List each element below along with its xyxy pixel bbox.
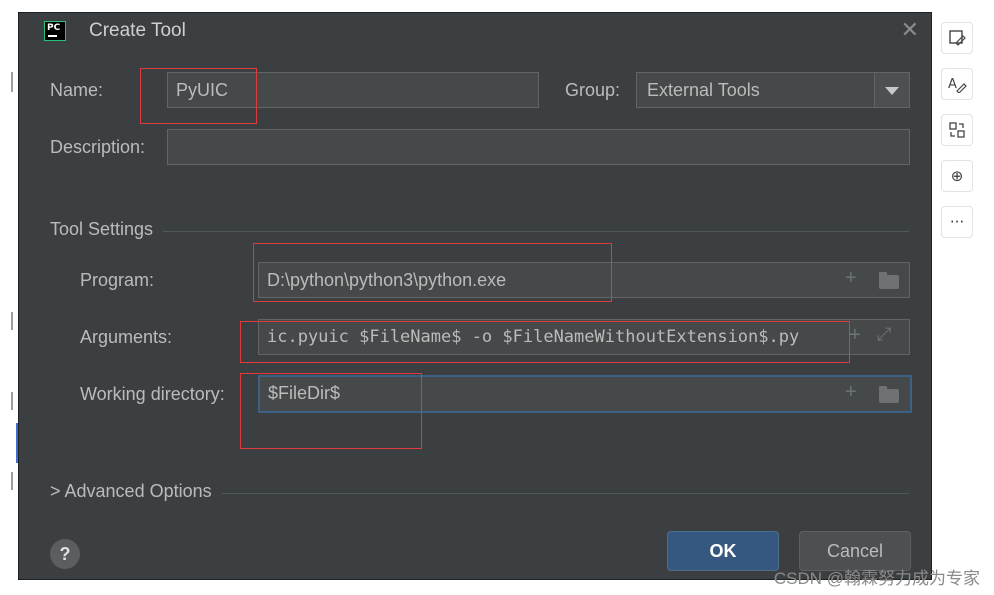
- chevron-down-icon: [885, 87, 899, 95]
- help-button[interactable]: ?: [50, 539, 80, 569]
- program-value: D:\python\python3\python.exe: [267, 270, 507, 290]
- advanced-options-toggle[interactable]: > Advanced Options: [50, 481, 222, 502]
- create-tool-dialog: PC Create Tool ✕ Name: PyUIC Group: Exte…: [18, 12, 932, 580]
- working-directory-value: $FileDir$: [268, 383, 341, 403]
- tool-settings-title: Tool Settings: [50, 219, 164, 240]
- add-macro-icon[interactable]: +: [845, 267, 857, 290]
- group-label: Group:: [565, 80, 621, 100]
- zoom-in-icon[interactable]: ⊕: [941, 160, 973, 192]
- working-directory-input[interactable]: $FileDir$: [258, 375, 912, 413]
- description-label: Description:: [50, 137, 146, 157]
- arguments-input[interactable]: ic.pyuic $FileName$ -o $FileNameWithoutE…: [258, 319, 910, 355]
- add-macro-icon[interactable]: +: [849, 324, 861, 347]
- description-input[interactable]: [167, 129, 910, 165]
- pycharm-icon: PC: [44, 21, 66, 41]
- text-edit-icon[interactable]: A: [941, 68, 973, 100]
- add-macro-icon[interactable]: +: [845, 381, 857, 404]
- left-edge-mark: [11, 72, 13, 92]
- name-input[interactable]: PyUIC: [167, 72, 539, 108]
- dialog-title: Create Tool: [89, 20, 186, 41]
- svg-text:A: A: [948, 77, 957, 92]
- close-icon[interactable]: ✕: [901, 17, 919, 43]
- group-combobox[interactable]: External Tools: [636, 72, 910, 108]
- working-directory-label: Working directory:: [80, 384, 225, 404]
- arguments-value: ic.pyuic $FileName$ -o $FileNameWithoutE…: [267, 327, 800, 347]
- program-label: Program:: [80, 270, 155, 290]
- ok-button[interactable]: OK: [667, 531, 779, 571]
- image-edit-icon[interactable]: [941, 22, 973, 54]
- left-edge-mark: [11, 472, 13, 490]
- group-selected-value: External Tools: [647, 80, 760, 100]
- browse-folder-icon[interactable]: [879, 386, 899, 403]
- browse-folder-icon[interactable]: [879, 272, 899, 289]
- more-icon[interactable]: ···: [941, 206, 973, 238]
- program-input[interactable]: D:\python\python3\python.exe: [258, 262, 910, 298]
- dialog-titlebar: PC Create Tool ✕: [19, 13, 931, 49]
- left-edge-mark: [11, 392, 13, 410]
- name-label: Name:: [50, 80, 104, 100]
- background-left-strip: [0, 0, 19, 595]
- left-edge-mark: [11, 312, 13, 330]
- group-dropdown-button[interactable]: [874, 73, 909, 107]
- expand-icon[interactable]: ⤢: [877, 324, 892, 345]
- tool-settings-separator: [50, 231, 909, 232]
- compare-icon[interactable]: [941, 114, 973, 146]
- arguments-label: Arguments:: [80, 327, 173, 347]
- watermark-text: CSDN @翰霖努力成为专家: [773, 569, 980, 588]
